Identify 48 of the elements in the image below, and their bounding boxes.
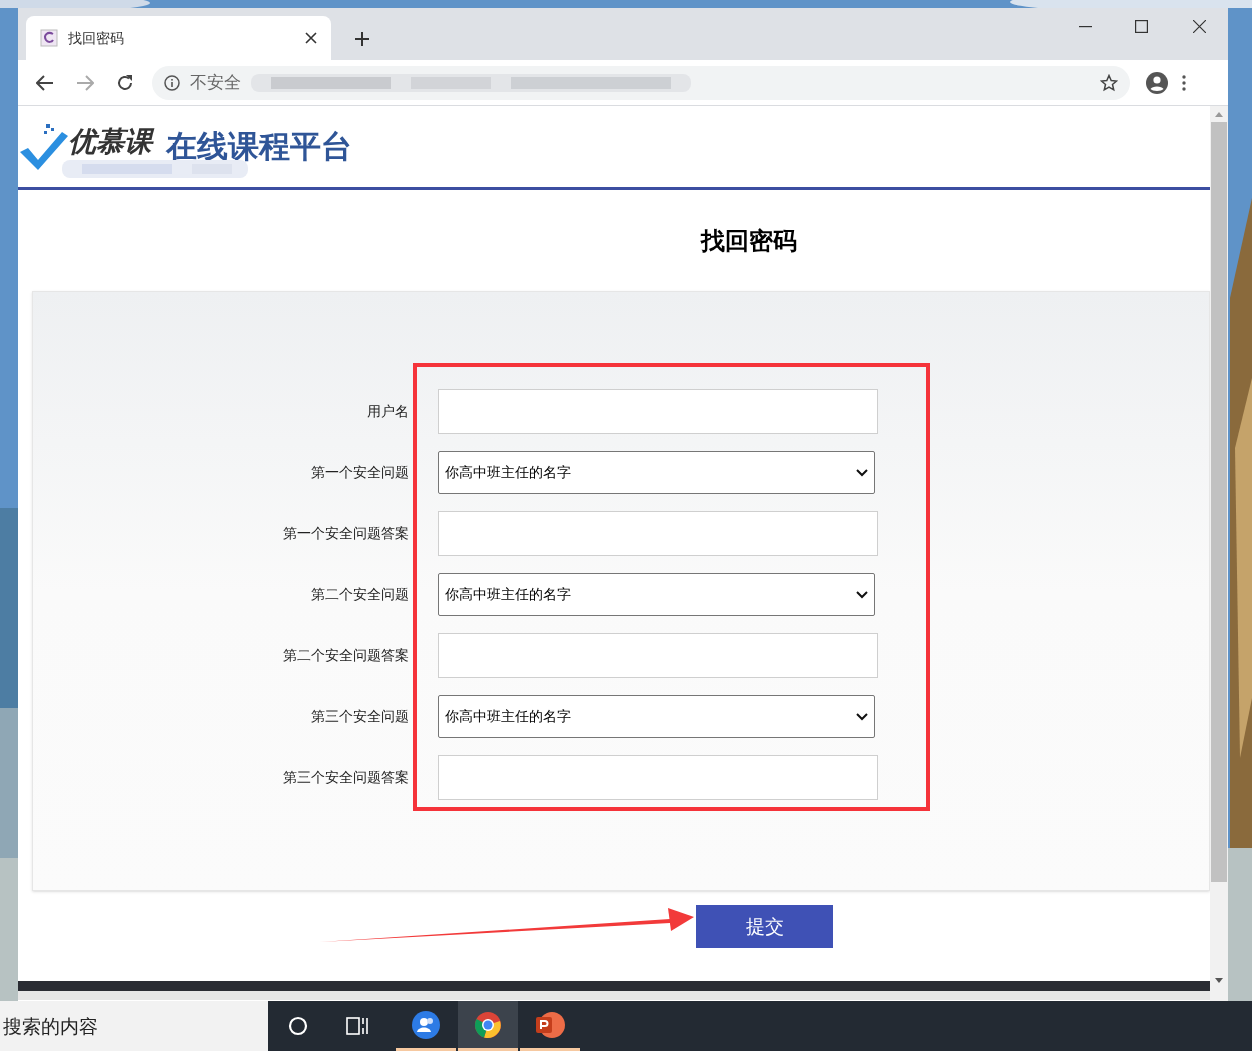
security-label: 不安全 xyxy=(190,70,241,94)
close-icon[interactable] xyxy=(1193,20,1206,33)
close-icon[interactable] xyxy=(305,32,317,44)
menu-icon[interactable] xyxy=(1182,74,1186,91)
account-icon[interactable] xyxy=(1146,71,1168,94)
question-dropdown[interactable]: 你高中班主任的名字 xyxy=(438,573,875,616)
field-label: 第一个安全问题 xyxy=(310,463,410,482)
field-label: 第二个安全问题答案 xyxy=(282,646,410,665)
field-label: 第三个安全问题答案 xyxy=(282,768,410,787)
people-icon xyxy=(412,1010,440,1039)
chevron-down-icon xyxy=(856,590,868,599)
tab-title: 找回密码 xyxy=(68,28,125,48)
input-field[interactable] xyxy=(438,389,878,434)
cortana-icon[interactable] xyxy=(288,1016,308,1036)
page-title: 找回密码 xyxy=(701,225,797,257)
submit-button[interactable]: 提交 xyxy=(696,905,833,948)
new-tab-icon[interactable] xyxy=(354,31,370,47)
browser-icon xyxy=(474,1010,502,1039)
maximize-icon[interactable] xyxy=(1135,20,1148,33)
question-dropdown[interactable]: 你高中班主任的名字 xyxy=(438,451,875,494)
field-label: 第三个安全问题 xyxy=(310,707,410,726)
scrollbar-thumb[interactable] xyxy=(1211,122,1227,882)
logo-platform-name: 在线课程平台 xyxy=(166,127,352,167)
input-field[interactable] xyxy=(438,755,878,800)
vertical-scrollbar[interactable] xyxy=(1210,106,1228,1001)
chevron-down-icon xyxy=(856,468,868,477)
input-field[interactable] xyxy=(438,633,878,678)
taskbar-search-field[interactable]: 搜索的内容 xyxy=(0,1001,268,1051)
chevron-down-icon xyxy=(856,712,868,721)
back-arrow-icon[interactable] xyxy=(36,74,54,91)
field-label: 用户名 xyxy=(366,402,410,421)
field-label: 第二个安全问题 xyxy=(310,585,410,604)
task-view-icon[interactable] xyxy=(346,1017,368,1035)
browser-tab[interactable]: 找回密码 xyxy=(26,16,331,60)
question-dropdown[interactable]: 你高中班主任的名字 xyxy=(438,695,875,738)
input-field[interactable] xyxy=(438,511,878,556)
taskbar-app-button[interactable] xyxy=(458,1001,518,1051)
tab-favicon-icon xyxy=(40,29,58,47)
search-text: 搜索的内容 xyxy=(3,1013,98,1039)
horizontal-scrollbar[interactable] xyxy=(18,991,1210,1000)
address-bar[interactable]: 不安全 xyxy=(152,65,1130,100)
info-icon xyxy=(164,74,180,91)
minimize-icon[interactable] xyxy=(1079,26,1092,28)
slides-icon xyxy=(534,1010,566,1039)
field-label: 第一个安全问题答案 xyxy=(282,524,410,543)
scroll-down-icon[interactable] xyxy=(1215,978,1223,983)
star-icon[interactable] xyxy=(1100,73,1118,92)
reload-icon[interactable] xyxy=(116,73,134,92)
